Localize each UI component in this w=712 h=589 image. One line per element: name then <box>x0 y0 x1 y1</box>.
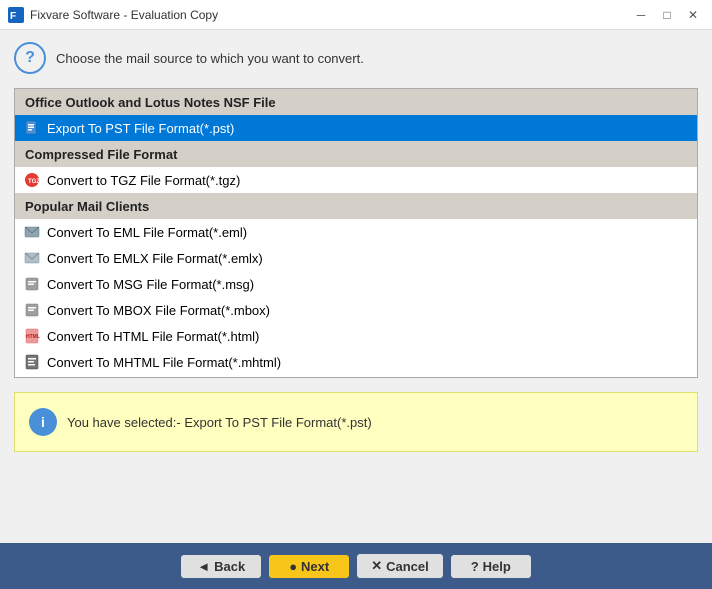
pst-label: Export To PST File Format(*.pst) <box>47 121 234 136</box>
list-item-emlx[interactable]: Convert To EMLX File Format(*.emlx) <box>15 245 697 271</box>
msg-icon <box>23 275 41 293</box>
next-label: Next <box>301 559 329 574</box>
help-button[interactable]: ? Help <box>451 555 531 578</box>
tgz-icon: TGZ <box>23 171 41 189</box>
header-description: Choose the mail source to which you want… <box>56 51 364 66</box>
list-item-mbox[interactable]: Convert To MBOX File Format(*.mbox) <box>15 297 697 323</box>
titlebar: F Fixvare Software - Evaluation Copy ─ □… <box>0 0 712 30</box>
category-compressed: Compressed File Format <box>15 141 697 167</box>
svg-text:F: F <box>10 11 16 22</box>
mbox-label: Convert To MBOX File Format(*.mbox) <box>47 303 270 318</box>
eml-label: Convert To EML File Format(*.eml) <box>47 225 247 240</box>
svg-text:TGZ: TGZ <box>28 179 40 185</box>
eml-icon <box>23 223 41 241</box>
category-outlook: Office Outlook and Lotus Notes NSF File <box>15 89 697 115</box>
maximize-button[interactable]: □ <box>656 4 678 26</box>
info-text: You have selected:- Export To PST File F… <box>67 415 372 430</box>
html-label: Convert To HTML File Format(*.html) <box>47 329 259 344</box>
header: ? Choose the mail source to which you wa… <box>14 42 698 74</box>
main-container: ? Choose the mail source to which you wa… <box>0 30 712 464</box>
cancel-button[interactable]: ✕ Cancel <box>357 554 443 578</box>
msg-label: Convert To MSG File Format(*.msg) <box>47 277 254 292</box>
window-title: Fixvare Software - Evaluation Copy <box>30 8 218 22</box>
tgz-label: Convert to TGZ File Format(*.tgz) <box>47 173 240 188</box>
list-item-msg[interactable]: Convert To MSG File Format(*.msg) <box>15 271 697 297</box>
cancel-label: Cancel <box>386 559 429 574</box>
format-listbox[interactable]: Office Outlook and Lotus Notes NSF File … <box>14 88 698 378</box>
emlx-icon <box>23 249 41 267</box>
emlx-label: Convert To EMLX File Format(*.emlx) <box>47 251 263 266</box>
help-icon: ? <box>471 559 479 574</box>
category-popular: Popular Mail Clients <box>15 193 697 219</box>
titlebar-controls: ─ □ ✕ <box>630 4 704 26</box>
back-label: Back <box>214 559 245 574</box>
list-item-html[interactable]: HTML Convert To HTML File Format(*.html) <box>15 323 697 349</box>
svg-text:HTML: HTML <box>26 334 40 340</box>
list-item-pst[interactable]: Export To PST File Format(*.pst) <box>15 115 697 141</box>
bottom-bar: ◄ Back ● Next ✕ Cancel ? Help <box>0 543 712 589</box>
pst-icon <box>23 119 41 137</box>
mhtml-icon <box>23 353 41 371</box>
header-icon: ? <box>14 42 46 74</box>
app-icon: F <box>8 7 24 23</box>
list-item-tgz[interactable]: TGZ Convert to TGZ File Format(*.tgz) <box>15 167 697 193</box>
mhtml-label: Convert To MHTML File Format(*.mhtml) <box>47 355 281 370</box>
back-icon: ◄ <box>197 559 210 574</box>
next-icon: ● <box>289 559 297 574</box>
info-box: i You have selected:- Export To PST File… <box>14 392 698 452</box>
next-button[interactable]: ● Next <box>269 555 349 578</box>
list-item-pdf[interactable]: PDF Convert To PDF File Format(*.pdf) <box>15 375 697 378</box>
mbox-icon <box>23 301 41 319</box>
close-button[interactable]: ✕ <box>682 4 704 26</box>
cancel-icon: ✕ <box>371 558 382 574</box>
list-item-eml[interactable]: Convert To EML File Format(*.eml) <box>15 219 697 245</box>
html-icon: HTML <box>23 327 41 345</box>
back-button[interactable]: ◄ Back <box>181 555 261 578</box>
titlebar-left: F Fixvare Software - Evaluation Copy <box>8 7 218 23</box>
minimize-button[interactable]: ─ <box>630 4 652 26</box>
info-icon: i <box>29 408 57 436</box>
list-item-mhtml[interactable]: Convert To MHTML File Format(*.mhtml) <box>15 349 697 375</box>
help-label: Help <box>483 559 511 574</box>
